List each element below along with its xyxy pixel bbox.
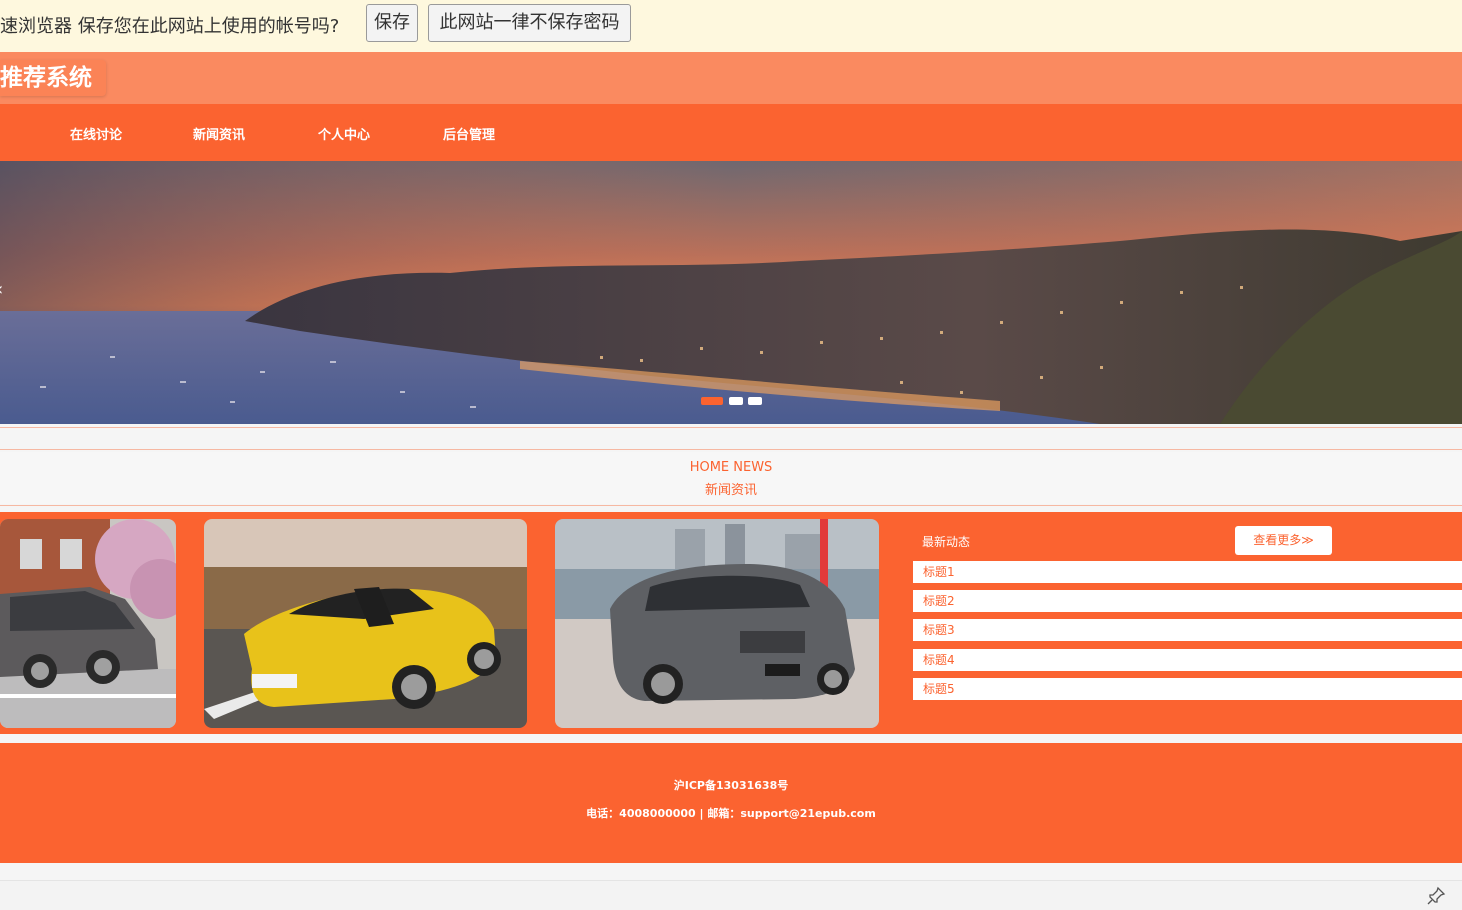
- yellow-car-image: [204, 519, 527, 728]
- site-title[interactable]: 推荐系统: [0, 60, 106, 96]
- news-list-item[interactable]: 标题1: [913, 561, 1462, 583]
- news-list-item[interactable]: 标题4: [913, 649, 1462, 671]
- footer-icp-number: 沪ICP备13031638号: [673, 779, 789, 792]
- carousel-dot[interactable]: [729, 397, 743, 405]
- never-save-password-button[interactable]: 此网站一律不保存密码: [428, 4, 631, 42]
- news-card-image[interactable]: [204, 519, 527, 728]
- nav-item-profile[interactable]: 个人中心: [318, 124, 370, 143]
- nav-item-news[interactable]: 新闻资讯: [193, 124, 245, 143]
- carousel-dot-active[interactable]: [701, 397, 723, 405]
- password-prompt-message: 速浏览器 保存您在此网站上使用的帐号吗?: [0, 16, 340, 37]
- news-list-item[interactable]: 标题5: [913, 678, 1462, 700]
- site-footer: 沪ICP备13031638号 电话：4008000000 | 邮箱：suppor…: [0, 743, 1462, 863]
- minivan-image: [0, 519, 176, 728]
- divider: [0, 427, 1462, 428]
- view-more-button[interactable]: 查看更多≫: [1235, 526, 1332, 555]
- divider: [0, 449, 1462, 450]
- grey-sedan-image: [555, 519, 879, 728]
- password-save-prompt: 速浏览器 保存您在此网站上使用的帐号吗? 保存 此网站一律不保存密码: [0, 0, 1462, 52]
- latest-news-title: 最新动态: [922, 535, 971, 549]
- site-header: 推荐系统: [0, 52, 1462, 104]
- save-password-button[interactable]: 保存: [366, 4, 418, 42]
- nav-item-discussion[interactable]: 在线讨论: [70, 124, 122, 143]
- banner-image: [0, 161, 1462, 424]
- divider: [0, 505, 1462, 506]
- news-section-header: HOME NEWS 新闻资讯: [0, 452, 1462, 504]
- news-card-image[interactable]: [0, 519, 176, 728]
- news-title-en: HOME NEWS: [689, 460, 773, 475]
- news-list-item[interactable]: 标题3: [913, 619, 1462, 641]
- carousel-dot[interactable]: [748, 397, 762, 405]
- news-list-item[interactable]: 标题2: [913, 590, 1462, 612]
- nav-item-admin[interactable]: 后台管理: [443, 124, 495, 143]
- browser-status-bar: [0, 880, 1462, 910]
- banner-carousel[interactable]: [0, 161, 1462, 424]
- news-title-cn: 新闻资讯: [704, 483, 757, 498]
- footer-contact-info: 电话：4008000000 | 邮箱：support@21epub.com: [586, 807, 876, 820]
- pin-icon[interactable]: [1426, 886, 1446, 906]
- main-nav: 在线讨论 新闻资讯 个人中心 后台管理: [0, 104, 1462, 161]
- news-card-image[interactable]: [555, 519, 879, 728]
- carousel-prev-arrow-icon[interactable]: ‹: [0, 278, 10, 302]
